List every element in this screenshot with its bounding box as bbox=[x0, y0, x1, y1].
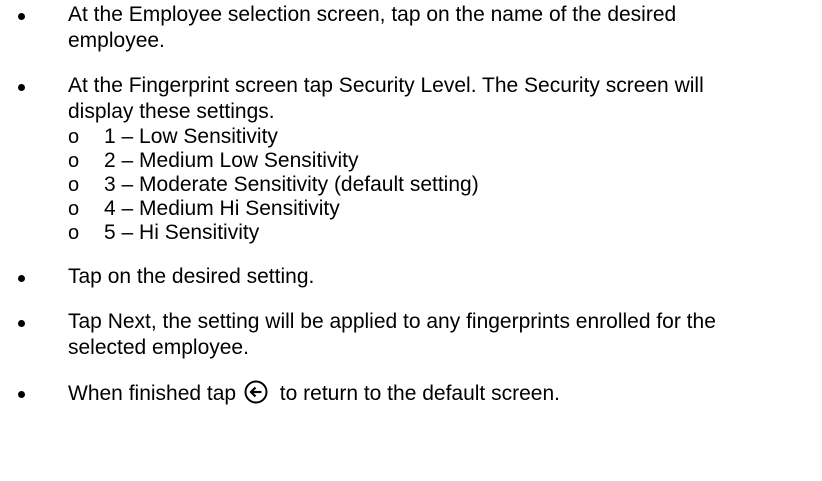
bullet-icon bbox=[18, 13, 25, 20]
step-text: Tap on the desired setting. bbox=[68, 265, 315, 288]
step-text: At the Fingerprint screen tap Security L… bbox=[68, 74, 704, 123]
bullet-icon bbox=[18, 391, 25, 398]
sub-bullet-icon: o bbox=[68, 126, 80, 148]
security-level-list: o 1 – Low Sensitivity o 2 – Medium Low S… bbox=[68, 125, 728, 245]
bullet-icon bbox=[18, 275, 25, 282]
sub-bullet-icon: o bbox=[68, 222, 80, 244]
security-level-item: o 2 – Medium Low Sensitivity bbox=[68, 149, 359, 172]
security-level-item: o 1 – Low Sensitivity bbox=[68, 125, 278, 148]
list-item: At the Employee selection screen, tap on… bbox=[0, 2, 728, 54]
security-level-item: o 4 – Medium Hi Sensitivity bbox=[68, 197, 340, 220]
list-item: At the Fingerprint screen tap Security L… bbox=[0, 73, 728, 245]
list-item: Tap on the desired setting. bbox=[0, 264, 728, 290]
sub-bullet-icon: o bbox=[68, 198, 80, 220]
sub-bullet-icon: o bbox=[68, 150, 80, 172]
step-text: At the Employee selection screen, tap on… bbox=[68, 3, 677, 52]
step-text-after-icon: to return to the default screen. bbox=[279, 382, 560, 405]
circle-left-arrow-icon bbox=[244, 380, 268, 411]
sub-bullet-icon: o bbox=[68, 174, 80, 196]
bullet-icon bbox=[18, 320, 25, 327]
step-text-before-icon: When finished tap bbox=[68, 382, 237, 405]
list-item: Tap Next, the setting will be applied to… bbox=[0, 309, 728, 361]
list-item: When finished tap to return to the defau… bbox=[0, 380, 728, 411]
security-level-item: o 3 – Moderate Sensitivity (default sett… bbox=[68, 173, 479, 196]
security-level-item: o 5 – Hi Sensitivity bbox=[68, 221, 260, 244]
bullet-icon bbox=[18, 84, 25, 91]
instruction-list: At the Employee selection screen, tap on… bbox=[0, 0, 822, 411]
step-text: Tap Next, the setting will be applied to… bbox=[68, 310, 716, 359]
